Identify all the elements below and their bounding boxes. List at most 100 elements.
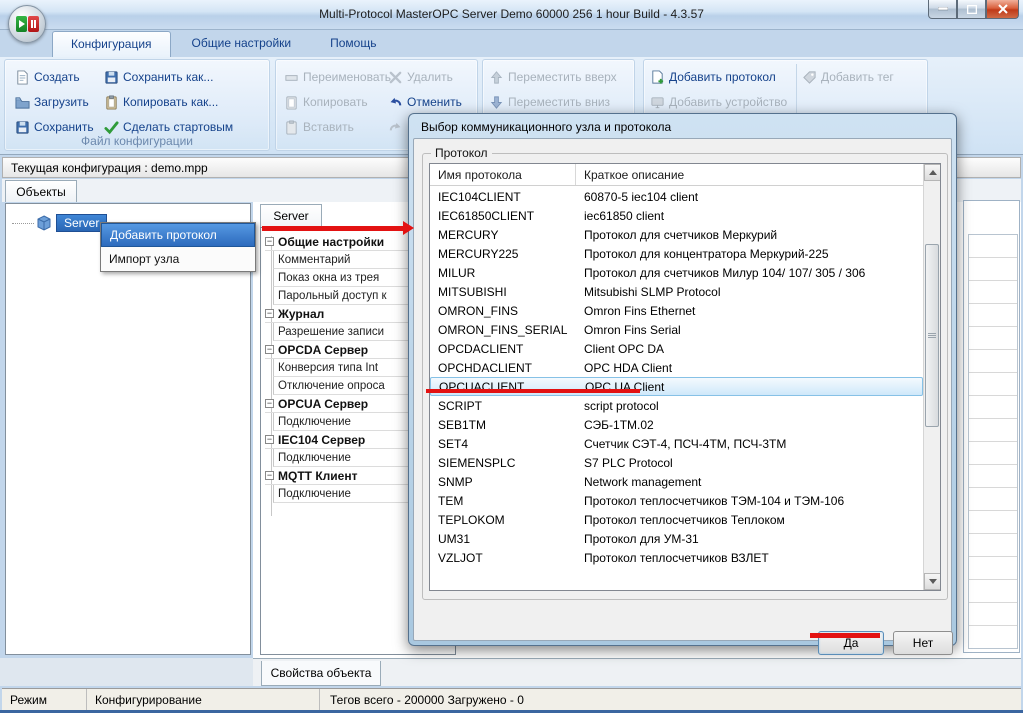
settings-label: Парольный доступ к — [278, 290, 387, 302]
tags-grid-panel — [963, 200, 1020, 653]
protocol-description: Протокол для счетчиков Милур 104/ 107/ 3… — [576, 266, 923, 280]
toolbar-button-save-as[interactable]: Сохранить как... — [104, 66, 213, 88]
settings-label: Подключение — [278, 416, 351, 428]
protocol-row[interactable]: SIEMENSPLCS7 PLC Protocol — [430, 453, 923, 472]
protocol-description: script protocol — [576, 399, 923, 413]
ribbon-tab[interactable]: Общие настройки — [174, 31, 310, 57]
collapse-icon[interactable]: − — [265, 345, 274, 354]
toolbar-button-label: Удалить — [407, 70, 453, 84]
scroll-down-button[interactable] — [924, 573, 941, 590]
protocol-name: MILUR — [430, 266, 576, 280]
protocol-row[interactable]: IEC61850CLIENTiec61850 client — [430, 206, 923, 225]
protocol-row[interactable]: MERCURY225Протокол для концентратора Мер… — [430, 244, 923, 263]
collapse-icon[interactable]: − — [265, 471, 274, 480]
context-menu-item[interactable]: Добавить протокол — [101, 223, 255, 247]
scroll-up-icon — [929, 170, 937, 175]
protocol-row[interactable]: OPCUACLIENTOPC UA Client — [430, 377, 923, 396]
protocol-row[interactable]: OPCHDACLIENTOPC HDA Client — [430, 358, 923, 377]
properties-tab-row: Свойства объекта — [253, 658, 1021, 686]
status-tags-count: Тегов всего - 200000 Загружено - 0 — [320, 689, 532, 710]
settings-label: Подключение — [278, 452, 351, 464]
scroll-up-button[interactable] — [924, 164, 941, 181]
maximize-button[interactable] — [957, 0, 986, 19]
tab-server[interactable]: Server — [260, 204, 322, 227]
collapse-icon[interactable]: − — [265, 435, 274, 444]
app-menu-button[interactable] — [8, 5, 46, 43]
protocol-row[interactable]: OMRON_FINSOmron Fins Ethernet — [430, 301, 923, 320]
protocol-description: Mitsubishi SLMP Protocol — [576, 285, 923, 299]
protocol-row[interactable]: MITSUBISHIMitsubishi SLMP Protocol — [430, 282, 923, 301]
collapse-icon[interactable]: − — [265, 399, 274, 408]
protocol-row[interactable]: SCRIPTscript protocol — [430, 396, 923, 415]
protocol-row[interactable]: SNMPNetwork management — [430, 472, 923, 491]
title-bar[interactable]: Multi-Protocol MasterOPC Server Demo 600… — [0, 0, 1023, 30]
protocol-description: OPC HDA Client — [576, 361, 923, 375]
toolbar-button-save[interactable]: Сохранить — [15, 116, 94, 138]
status-mode-label: Режим — [2, 689, 87, 710]
ribbon-tab[interactable]: Помощь — [312, 31, 394, 57]
toolbar-button-check[interactable]: Сделать стартовым — [104, 116, 233, 138]
window-controls — [928, 0, 1019, 19]
toolbar-button-redo — [388, 116, 403, 138]
collapse-icon[interactable]: − — [265, 309, 274, 318]
protocol-row[interactable]: OMRON_FINS_SERIALOmron Fins Serial — [430, 320, 923, 339]
close-button[interactable] — [986, 0, 1019, 19]
toolbar-button-undo[interactable]: Отменить — [388, 91, 462, 113]
protocol-row[interactable]: TEPLOKOMПротокол теплосчетчиков Теплоком — [430, 510, 923, 529]
scrollbar-thumb[interactable] — [925, 244, 939, 427]
protocol-description: Протокол теплосчетчиков ВЗЛЕТ — [576, 551, 923, 565]
column-description: Краткое описание — [576, 168, 923, 182]
settings-label: Подключение — [278, 488, 351, 500]
vertical-scrollbar[interactable] — [923, 164, 940, 590]
copy-as-icon — [104, 95, 119, 110]
tab-object-properties[interactable]: Свойства объекта — [261, 661, 381, 686]
protocol-row[interactable]: UM31Протокол для УМ-31 — [430, 529, 923, 548]
maximize-icon — [967, 5, 977, 14]
minimize-button[interactable] — [928, 0, 957, 19]
toolbar-button-label: Создать — [34, 70, 80, 84]
rename-icon — [284, 70, 299, 85]
protocol-row[interactable]: MERCURYПротокол для счетчиков Меркурий — [430, 225, 923, 244]
delete-icon — [388, 70, 403, 85]
toolbar-button-new-document[interactable]: Создать — [15, 66, 80, 88]
protocol-name: MERCURY — [430, 228, 576, 242]
protocol-row[interactable]: TEMПротокол теплосчетчиков ТЭМ-104 и ТЭМ… — [430, 491, 923, 510]
column-protocol-name: Имя протокола — [430, 164, 576, 185]
tab-objects-label: Объекты — [16, 185, 66, 199]
protocol-row[interactable]: MILURПротокол для счетчиков Милур 104/ 1… — [430, 263, 923, 282]
new-document-icon — [15, 70, 30, 85]
toolbar-button-label: Добавить протокол — [669, 70, 776, 84]
protocol-name: TEM — [430, 494, 576, 508]
protocol-row[interactable]: SET4Счетчик СЭТ-4, ПСЧ-4ТМ, ПСЧ-3ТМ — [430, 434, 923, 453]
tree-connector — [12, 223, 34, 224]
toolbar-button-label: Переместить вниз — [508, 95, 610, 109]
toolbar-button-copy-as[interactable]: Копировать как... — [104, 91, 218, 113]
protocol-row[interactable]: SEB1TMСЭБ-1ТМ.02 — [430, 415, 923, 434]
toolbar-button-label: Сохранить как... — [123, 70, 213, 84]
toolbar-button-copy: Копировать — [284, 91, 368, 113]
protocol-name: IEC104CLIENT — [430, 190, 576, 204]
ribbon-tab[interactable]: Конфигурация — [52, 31, 171, 57]
toolbar-button-add-protocol[interactable]: Добавить протокол — [650, 66, 776, 88]
protocol-name: SEB1TM — [430, 418, 576, 432]
toolbar-button-load[interactable]: Загрузить — [15, 91, 89, 113]
close-icon — [998, 4, 1008, 14]
toolbar-button-label: Сделать стартовым — [123, 120, 233, 134]
collapse-icon[interactable]: − — [265, 237, 274, 246]
protocol-row[interactable]: IEC104CLIENT60870-5 iec104 client — [430, 187, 923, 206]
protocol-name: OPCHDACLIENT — [430, 361, 576, 375]
settings-label: IEC104 Сервер — [278, 433, 365, 447]
toolbar-button-label: Сохранить — [34, 120, 94, 134]
tab-server-label: Server — [273, 209, 308, 223]
no-button[interactable]: Нет — [893, 631, 953, 655]
toolbar-button-label: Копировать как... — [123, 95, 218, 109]
protocol-name: SIEMENSPLC — [430, 456, 576, 470]
tab-objects[interactable]: Объекты — [5, 180, 77, 202]
tree-node-server[interactable]: Server — [12, 214, 107, 232]
protocol-row[interactable]: OPCDACLIENTClient OPC DA — [430, 339, 923, 358]
toolbar-button-label: Копировать — [303, 95, 368, 109]
context-menu-item[interactable]: Импорт узла — [101, 247, 255, 271]
protocol-row[interactable]: VZLJOTПротокол теплосчетчиков ВЗЛЕТ — [430, 548, 923, 567]
settings-label: Общие настройки — [278, 235, 384, 249]
toolbar-button-paste: Вставить — [284, 116, 354, 138]
